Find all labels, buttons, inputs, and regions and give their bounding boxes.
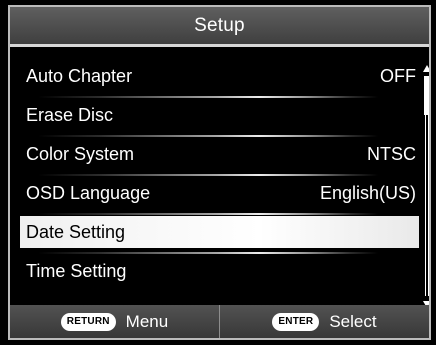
menu-item-osd-language[interactable]: OSD Language English(US): [20, 177, 419, 209]
enter-key-badge[interactable]: ENTER: [272, 312, 320, 331]
row-separator: [38, 96, 378, 98]
title-bar: Setup: [10, 7, 429, 44]
menu-item-label: OSD Language: [26, 182, 151, 203]
return-label: Menu: [125, 311, 169, 331]
scroll-thumb[interactable]: [424, 76, 429, 115]
menu-title: Setup: [194, 14, 245, 36]
setup-menu-list: Auto Chapter OFF Erase Disc Color System…: [20, 60, 419, 303]
row-separator: [38, 213, 378, 215]
menu-item-date-setting[interactable]: Date Setting: [20, 216, 419, 248]
menu-item-label: Date Setting: [26, 221, 126, 242]
menu-item-value: NTSC: [367, 143, 416, 164]
row-separator: [38, 135, 378, 137]
row-separator: [38, 174, 378, 176]
return-hint: RETURN Menu: [10, 305, 219, 338]
menu-item-auto-chapter[interactable]: Auto Chapter OFF: [20, 60, 419, 92]
menu-item-label: Erase Disc: [26, 104, 114, 125]
menu-item-value: English(US): [319, 182, 416, 203]
menu-item-label: Color System: [26, 143, 135, 164]
menu-item-label: Time Setting: [26, 260, 127, 281]
setup-osd-window: Setup Auto Chapter OFF Erase Disc Color …: [8, 5, 431, 340]
enter-hint: ENTER Select: [220, 305, 429, 338]
triangle-up-icon[interactable]: [423, 65, 429, 72]
enter-label: Select: [329, 311, 377, 331]
footer-bar: RETURN Menu ENTER Select: [10, 305, 429, 338]
menu-item-color-system[interactable]: Color System NTSC: [20, 138, 419, 170]
scrollbar[interactable]: [423, 65, 429, 308]
return-key-badge[interactable]: RETURN: [60, 312, 116, 331]
menu-item-label: Auto Chapter: [26, 65, 133, 86]
title-divider: [10, 44, 429, 47]
menu-item-time-setting[interactable]: Time Setting: [20, 255, 419, 287]
menu-item-value: OFF: [380, 65, 416, 86]
menu-item-erase-disc[interactable]: Erase Disc: [20, 99, 419, 131]
row-separator: [38, 252, 378, 254]
